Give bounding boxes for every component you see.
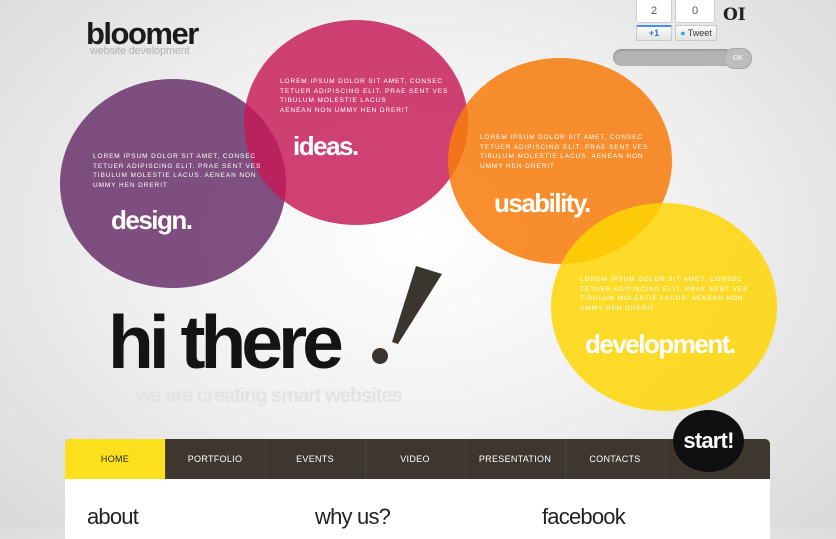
bubble-ideas-text: Lorem ipsum dolor sit amet, consec tetue… xyxy=(280,78,449,114)
bubble-usability-text: Lorem ipsum dolor sit amet, consec tetue… xyxy=(480,134,649,170)
content-panel xyxy=(65,479,770,539)
section-heading-why-us: why us? xyxy=(315,504,391,529)
nav-item-events[interactable]: Events xyxy=(265,439,366,479)
logo-subtitle: website development xyxy=(90,45,190,57)
main-nav: Home Portfolio Events Video Presentation… xyxy=(65,439,770,479)
bubble-ideas xyxy=(244,20,468,225)
nav-item-contacts[interactable]: Contacts xyxy=(565,439,666,479)
bubble-design-word[interactable]: design. xyxy=(111,205,193,236)
bubble-usability-word[interactable]: usability. xyxy=(494,188,591,219)
nav-item-home[interactable]: Home xyxy=(65,439,166,479)
tweet-button[interactable]: ● Tweet xyxy=(675,25,717,41)
nav-item-video[interactable]: Video xyxy=(365,439,466,479)
bubble-development-word[interactable]: development. xyxy=(585,329,736,360)
bubble-design-text: Lorem ipsum dolor sit amet, consec tetue… xyxy=(93,153,262,189)
google-plus-count: 2 xyxy=(636,0,672,23)
tweet-label: Tweet xyxy=(687,28,712,38)
start-button[interactable]: start! xyxy=(673,410,744,472)
section-heading-facebook: facebook xyxy=(542,504,626,529)
exclamation-mark-icon xyxy=(372,266,442,364)
section-heading-about: about xyxy=(87,504,139,529)
oi-mark: OI xyxy=(723,5,746,25)
search-input[interactable] xyxy=(613,49,733,66)
nav-item-portfolio[interactable]: Portfolio xyxy=(165,439,266,479)
bubble-development-text: Lorem ipsum dolor sit amet, consec tetue… xyxy=(580,276,749,312)
bubble-ideas-word[interactable]: ideas. xyxy=(293,131,359,162)
search-ok-button[interactable]: OK xyxy=(724,48,752,69)
tweet-count: 0 xyxy=(675,0,715,23)
hero-tagline: we are creating smart websites xyxy=(136,385,403,407)
nav-item-presentation[interactable]: Presentation xyxy=(465,439,566,479)
twitter-bird-icon: ● xyxy=(680,28,686,38)
google-plus-button[interactable]: +1 xyxy=(636,25,672,41)
hero-headline: hi there xyxy=(108,300,344,384)
